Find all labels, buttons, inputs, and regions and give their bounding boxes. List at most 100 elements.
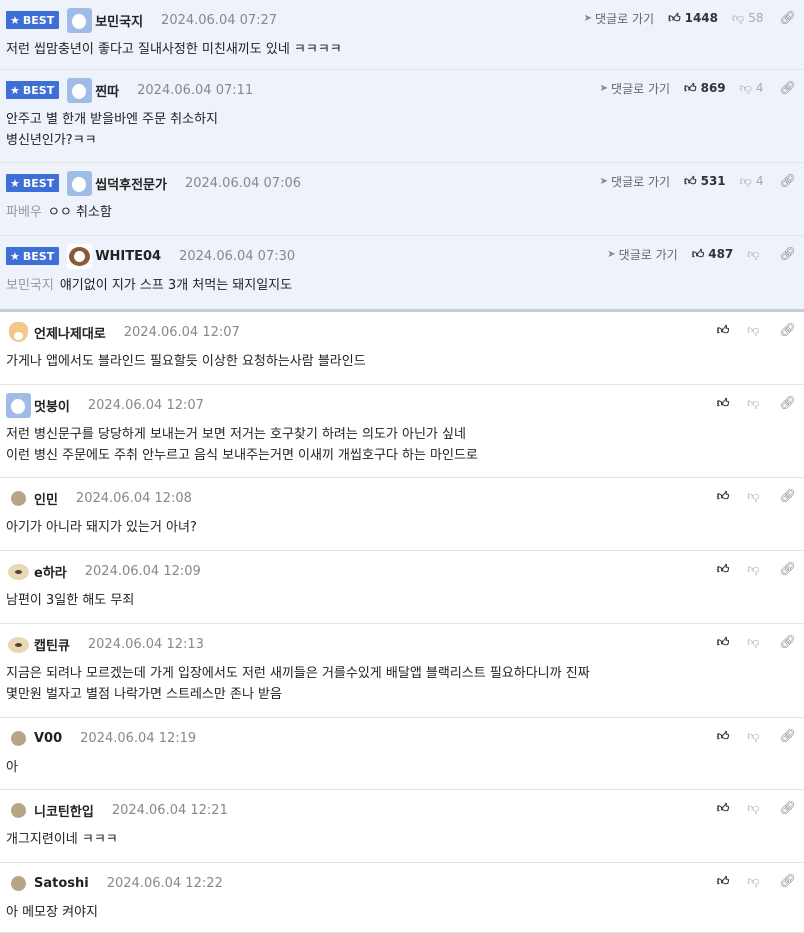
comment-date: 2024.06.04 07:30 — [179, 248, 296, 264]
link-icon[interactable]: 🔗︎ — [779, 81, 796, 96]
reply-label: 댓글로 가기 — [611, 81, 671, 96]
avatar — [11, 730, 26, 746]
comment-line: 보민국지 얘기없이 지가 스프 3개 처먹는 돼지일지도 — [6, 275, 292, 296]
thumbs-up-icon: 👍︎ — [716, 561, 730, 576]
dislike-button[interactable]: 👎︎ — [747, 323, 763, 338]
dislike-button[interactable]: 👎︎ — [747, 874, 763, 889]
nickname[interactable]: V00 — [34, 731, 62, 746]
link-icon[interactable]: 🔗︎ — [779, 489, 796, 504]
link-icon[interactable]: 🔗︎ — [779, 396, 796, 411]
best-label: BEST — [22, 13, 55, 27]
link-icon[interactable]: 🔗︎ — [779, 323, 796, 338]
comment-line: 남편이 3일한 해도 무죄 — [6, 590, 134, 611]
comment-body: 아기가 아니라 돼지가 있는거 아녀? — [6, 517, 197, 538]
best-badge: ★ BEST — [6, 174, 60, 192]
comment-item: 캡틴큐 2024.06.04 12:13 👍︎ 👎︎ 🔗︎ 지금은 되려나 모르겠는데 가… — [0, 624, 804, 718]
nickname[interactable]: 캡틴큐 — [34, 635, 70, 654]
nickname[interactable]: 언제나제대로 — [34, 323, 106, 342]
dislike-button[interactable]: 👎︎ — [747, 562, 763, 577]
like-button[interactable]: 👍︎ — [717, 635, 734, 650]
dislike-button[interactable]: 👎︎ 4 — [740, 174, 764, 189]
link-icon[interactable]: 🔗︎ — [779, 562, 796, 577]
comment-line: 지금은 되려나 모르겠는데 가게 입장에서도 저런 새끼들은 거를수있게 배달앱… — [6, 663, 590, 684]
nickname[interactable]: 씹덕후전문가 — [95, 174, 167, 193]
comment-date: 2024.06.04 07:27 — [161, 12, 278, 28]
comment-header: ★ BEST 보민국지 2024.06.04 07:27 — [6, 7, 278, 33]
avatar — [67, 243, 93, 269]
nickname[interactable]: 니코틴한입 — [34, 801, 94, 820]
comment-text: 몇만원 벌자고 별점 나락가면 스트레스만 존나 받음 — [6, 687, 282, 702]
link-icon[interactable]: 🔗︎ — [779, 11, 796, 26]
nickname[interactable]: WHITE04 — [95, 249, 161, 264]
dislike-button[interactable]: 👎︎ — [747, 729, 763, 744]
dislike-button[interactable]: 👎︎ — [747, 489, 763, 504]
comment-item: ★ BEST 찐따 2024.06.04 07:11 ➤ 댓글로 가기 👍︎ 869 👎︎ 4 🔗︎… — [0, 70, 804, 163]
like-button[interactable]: 👍︎ — [717, 562, 734, 577]
nickname[interactable]: 보민국지 — [95, 11, 143, 30]
dislike-button[interactable]: 👎︎ 4 — [740, 81, 764, 96]
nickname[interactable]: 인민 — [34, 489, 58, 508]
like-button[interactable]: 👍︎ — [717, 801, 734, 816]
like-button[interactable]: 👍︎ — [717, 489, 734, 504]
comment-line: 안주고 별 한개 받을바엔 주문 취소하지 — [6, 109, 218, 130]
thumbs-up-icon: 👍︎ — [716, 322, 730, 337]
thumbs-up-icon: 👍︎ — [716, 634, 730, 649]
comment-list: ★ BEST 보민국지 2024.06.04 07:27 ➤ 댓글로 가기 👍︎ 1448 👎︎… — [0, 0, 804, 933]
comment-date: 2024.06.04 12:08 — [75, 490, 192, 506]
comment-actions: 👍︎ 👎︎ 🔗︎ — [717, 393, 796, 413]
dislike-button[interactable]: 👎︎ — [747, 635, 763, 650]
go-to-reply-link[interactable]: ➤ 댓글로 가기 — [600, 80, 670, 97]
comment-date: 2024.06.04 12:21 — [111, 802, 228, 818]
link-icon[interactable]: 🔗︎ — [779, 247, 796, 262]
like-button[interactable]: 👍︎ 487 — [692, 247, 734, 262]
like-button[interactable]: 👍︎ 869 — [684, 81, 726, 96]
link-icon[interactable]: 🔗︎ — [779, 729, 796, 744]
like-button[interactable]: 👍︎ — [717, 729, 734, 744]
go-to-reply-link[interactable]: ➤ 댓글로 가기 — [584, 10, 654, 27]
nickname[interactable]: e하라 — [34, 562, 67, 581]
link-icon[interactable]: 🔗︎ — [779, 874, 796, 889]
comment-date: 2024.06.04 12:22 — [106, 875, 223, 891]
go-to-reply-link[interactable]: ➤ 댓글로 가기 — [600, 173, 670, 190]
avatar — [6, 558, 31, 584]
dislike-button[interactable]: 👎︎ — [747, 801, 763, 816]
avatar — [11, 490, 26, 506]
like-count: 531 — [700, 174, 726, 188]
like-count: 869 — [700, 81, 726, 95]
link-icon[interactable]: 🔗︎ — [779, 174, 796, 189]
avatar — [67, 77, 93, 103]
avatar — [6, 319, 31, 345]
dislike-button[interactable]: 👎︎ 58 — [732, 11, 763, 26]
nickname[interactable]: 멋붕이 — [34, 396, 70, 415]
dislike-button[interactable]: 👎︎ — [747, 247, 763, 262]
nickname[interactable]: 찐따 — [95, 81, 119, 100]
thumbs-down-icon: 👎︎ — [739, 80, 752, 95]
dislike-button[interactable]: 👎︎ — [747, 396, 763, 411]
comment-header: V00 2024.06.04 12:19 — [6, 726, 196, 750]
link-icon[interactable]: 🔗︎ — [779, 635, 796, 650]
comment-item: 멋붕이 2024.06.04 12:07 👍︎ 👎︎ 🔗︎ 저런 병신문구를 당당하게 보… — [0, 385, 804, 478]
comment-actions: 👍︎ 👎︎ 🔗︎ — [717, 632, 796, 652]
thumbs-down-icon: 👎︎ — [732, 10, 745, 25]
like-button[interactable]: 👍︎ — [717, 396, 734, 411]
like-button[interactable]: 👍︎ 1448 — [668, 11, 718, 26]
comment-actions: 👍︎ 👎︎ 🔗︎ — [717, 320, 796, 340]
like-button[interactable]: 👍︎ 531 — [684, 174, 726, 189]
best-label: BEST — [22, 176, 55, 190]
reply-label: 댓글로 가기 — [595, 11, 655, 26]
link-icon[interactable]: 🔗︎ — [779, 801, 796, 816]
go-to-reply-link[interactable]: ➤ 댓글로 가기 — [607, 246, 677, 263]
like-button[interactable]: 👍︎ — [717, 323, 734, 338]
comment-header: 멋붕이 2024.06.04 12:07 — [6, 392, 204, 418]
like-button[interactable]: 👍︎ — [717, 874, 734, 889]
like-count: 1448 — [684, 11, 719, 25]
quoted-user[interactable]: 파베우 — [6, 205, 42, 220]
comment-body: 남편이 3일한 해도 무죄 — [6, 590, 134, 611]
thumbs-down-icon: 👎︎ — [747, 322, 760, 337]
quoted-user[interactable]: 보민국지 — [6, 278, 54, 293]
comment-line: 아 — [6, 757, 18, 778]
comment-line: 아기가 아니라 돼지가 있는거 아녀? — [6, 517, 197, 538]
nickname[interactable]: Satoshi — [34, 876, 89, 891]
dislike-count: 4 — [755, 81, 764, 95]
comment-header: ★ BEST 찐따 2024.06.04 07:11 — [6, 77, 253, 103]
